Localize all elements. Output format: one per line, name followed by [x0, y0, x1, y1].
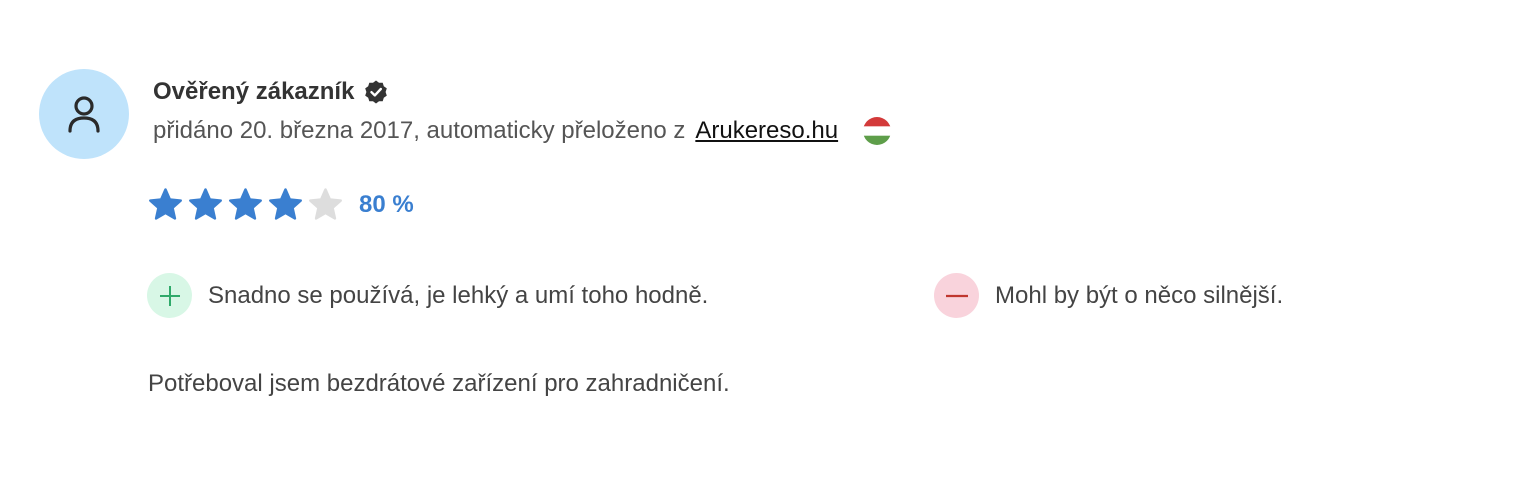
verified-check-icon [365, 80, 388, 104]
con-point: Mohl by být o něco silnější. [934, 273, 1283, 318]
pro-point: Snadno se používá, je lehký a umí toho h… [147, 273, 708, 318]
con-text: Mohl by být o něco silnější. [995, 281, 1284, 309]
source-link[interactable]: Arukereso.hu [695, 117, 838, 145]
plus-icon [147, 273, 192, 318]
user-icon [68, 96, 100, 133]
review-text: Potřeboval jsem bezdrátové zařízení pro … [148, 370, 730, 397]
pro-text: Snadno se používá, je lehký a umí toho h… [208, 281, 709, 309]
review-meta: přidáno 20. března 2017, automaticky pře… [153, 117, 892, 145]
star-filled-icon [229, 188, 262, 220]
star-rating: 80 % [148, 187, 414, 222]
avatar [39, 69, 129, 159]
star-empty-icon [309, 188, 342, 220]
review-date-text: přidáno 20. března 2017, automaticky pře… [153, 117, 686, 144]
star-filled-icon [149, 188, 182, 220]
star-filled-icon [269, 188, 302, 220]
reviewer-name: Ověřený zákazník [153, 78, 355, 105]
minus-icon [934, 273, 979, 318]
rating-percent: 80 % [359, 190, 414, 218]
reviewer-header: Ověřený zákazník [153, 78, 389, 106]
star-filled-icon [189, 188, 222, 220]
stars [148, 187, 343, 222]
hungary-flag-icon [863, 117, 892, 145]
